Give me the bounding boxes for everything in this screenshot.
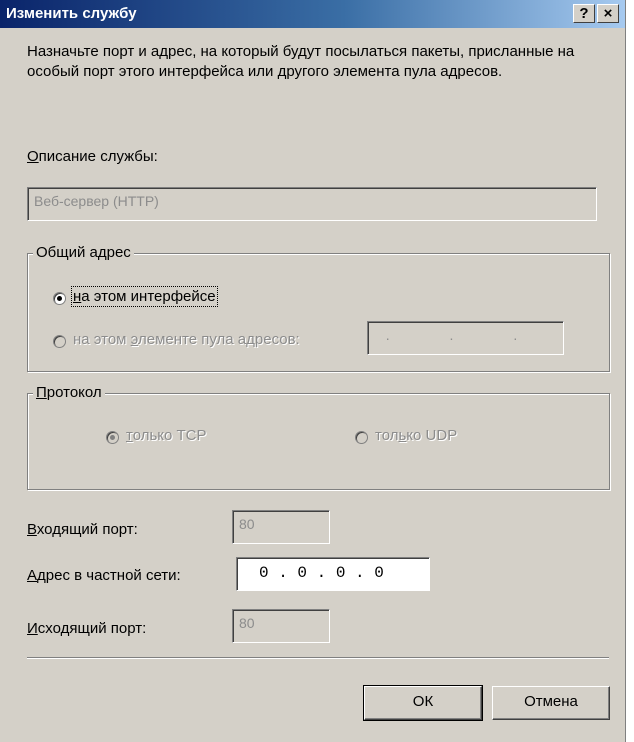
radio-dot — [110, 435, 115, 440]
radio-pool-element-label[interactable]: на этом элементе пула адресов: — [73, 331, 300, 348]
close-button[interactable]: × — [597, 4, 619, 23]
incoming-port-field: 80 — [232, 510, 330, 544]
help-button[interactable]: ? — [573, 4, 595, 23]
service-description-label: Описание службы: — [27, 148, 158, 165]
radio-dot — [57, 296, 62, 301]
service-description-field: Веб-сервер (HTTP) — [27, 187, 597, 221]
radio-tcp-only[interactable] — [106, 431, 119, 444]
ok-button[interactable]: ОК — [363, 685, 483, 721]
pool-ip-field: . . . — [367, 321, 564, 355]
radio-interface[interactable] — [53, 292, 66, 305]
public-address-legend: Общий адрес — [33, 244, 134, 261]
radio-pool-element[interactable] — [53, 335, 66, 348]
separator — [27, 657, 609, 659]
private-address-ip-field[interactable]: 0 . 0 . 0 . 0 — [236, 557, 430, 591]
title-bar[interactable]: Изменить службу ? × — [0, 0, 625, 28]
protocol-legend: Протокол — [33, 384, 105, 401]
private-address-ip-value[interactable]: 0 . 0 . 0 . 0 — [259, 564, 384, 582]
incoming-port-label: Входящий порт: — [27, 521, 138, 538]
window-title: Изменить службу — [6, 5, 137, 22]
cancel-button[interactable]: Отмена — [492, 686, 610, 720]
radio-tcp-only-label[interactable]: только TCP — [126, 427, 207, 444]
intro-text: Назначьте порт и адрес, на который будут… — [27, 43, 575, 80]
private-address-label: Адрес в частной сети: — [27, 567, 181, 584]
radio-udp-only-label[interactable]: только UDP — [375, 427, 457, 444]
radio-interface-label[interactable]: на этом интерфейсе — [71, 286, 218, 307]
radio-udp-only[interactable] — [355, 431, 368, 444]
outgoing-port-label: Исходящий порт: — [27, 620, 147, 637]
dialog-window: Изменить службу ? × Назначьте порт и адр… — [0, 0, 626, 742]
outgoing-port-field: 80 — [232, 609, 330, 643]
